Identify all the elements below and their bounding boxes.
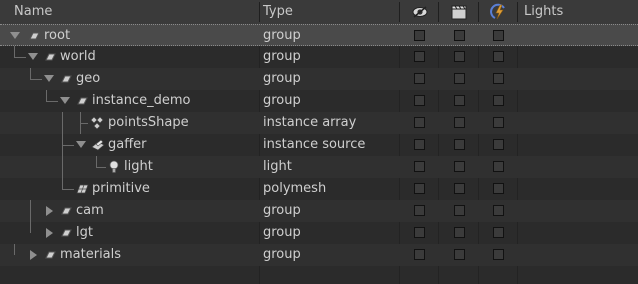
row-type: group xyxy=(263,71,301,86)
table-row[interactable]: cam group xyxy=(0,200,638,222)
visibility-checkbox[interactable] xyxy=(414,51,425,62)
row-name: geo xyxy=(76,71,101,86)
row-name: lgt xyxy=(76,225,93,240)
scenegraph-panel: Name Type Lights root group world group … xyxy=(0,0,638,284)
lights-checkbox[interactable] xyxy=(493,139,504,150)
row-type: instance source xyxy=(263,137,366,152)
row-name: instance_demo xyxy=(92,93,191,108)
column-lights-header[interactable]: Lights xyxy=(524,0,563,24)
row-name: world xyxy=(60,49,96,64)
row-name: gaffer xyxy=(108,137,147,152)
visibility-checkbox[interactable] xyxy=(414,249,425,260)
render-checkbox[interactable] xyxy=(454,73,465,84)
row-type: group xyxy=(263,225,301,240)
lights-checkbox[interactable] xyxy=(493,73,504,84)
lights-checkbox[interactable] xyxy=(493,30,504,41)
row-type: group xyxy=(263,28,301,43)
table-row[interactable]: gaffer instance source xyxy=(0,134,638,156)
expand-arrow-icon[interactable] xyxy=(76,141,86,148)
render-checkbox[interactable] xyxy=(454,51,465,62)
render-checkbox[interactable] xyxy=(454,161,465,172)
collapse-arrow-icon[interactable] xyxy=(46,228,53,238)
table-row[interactable]: instance_demo group xyxy=(0,90,638,112)
visibility-checkbox[interactable] xyxy=(414,117,425,128)
row-name: light xyxy=(124,159,153,174)
visibility-checkbox[interactable] xyxy=(414,139,425,150)
expand-arrow-icon[interactable] xyxy=(10,32,20,39)
table-row[interactable]: root group xyxy=(0,24,638,46)
expand-arrow-icon[interactable] xyxy=(44,75,54,82)
table-row[interactable]: pointsShape instance array xyxy=(0,112,638,134)
lights-checkbox[interactable] xyxy=(493,205,504,216)
lights-checkbox[interactable] xyxy=(493,183,504,194)
row-type: polymesh xyxy=(263,181,327,196)
render-checkbox[interactable] xyxy=(454,117,465,128)
group-icon xyxy=(75,94,89,108)
lights-checkbox[interactable] xyxy=(493,95,504,106)
lights-checkbox[interactable] xyxy=(493,117,504,128)
render-checkbox[interactable] xyxy=(454,183,465,194)
render-checkbox[interactable] xyxy=(454,227,465,238)
render-checkbox[interactable] xyxy=(454,30,465,41)
table-row[interactable]: geo group xyxy=(0,68,638,90)
expand-arrow-icon[interactable] xyxy=(60,97,70,104)
row-type: group xyxy=(263,247,301,262)
lightning-icon[interactable] xyxy=(490,3,508,21)
visibility-checkbox[interactable] xyxy=(414,227,425,238)
column-header: Name Type Lights xyxy=(0,0,638,25)
row-type: group xyxy=(263,93,301,108)
group-icon xyxy=(43,248,57,262)
group-icon xyxy=(59,226,73,240)
column-divider[interactable] xyxy=(517,2,518,22)
row-type: instance array xyxy=(263,115,357,130)
group-icon xyxy=(43,50,57,64)
row-type: light xyxy=(263,159,292,174)
visibility-checkbox[interactable] xyxy=(414,161,425,172)
table-row[interactable]: world group xyxy=(0,46,638,68)
group-icon xyxy=(59,204,73,218)
row-name: materials xyxy=(60,247,122,262)
row-name: primitive xyxy=(92,181,150,196)
row-name: root xyxy=(44,28,71,43)
eye-icon[interactable] xyxy=(411,3,429,21)
table-row[interactable]: materials group xyxy=(0,244,638,266)
row-type: group xyxy=(263,49,301,64)
light-bulb-icon xyxy=(107,160,121,174)
visibility-checkbox[interactable] xyxy=(414,73,425,84)
table-row[interactable]: light light xyxy=(0,156,638,178)
table-row[interactable]: primitive polymesh xyxy=(0,178,638,200)
column-divider[interactable] xyxy=(438,2,439,22)
lights-checkbox[interactable] xyxy=(493,227,504,238)
row-name: cam xyxy=(76,203,104,218)
expand-arrow-icon[interactable] xyxy=(28,53,38,60)
polymesh-icon xyxy=(75,182,89,196)
group-icon xyxy=(59,72,73,86)
lights-checkbox[interactable] xyxy=(493,51,504,62)
visibility-checkbox[interactable] xyxy=(414,30,425,41)
instance-array-icon xyxy=(90,116,104,130)
render-checkbox[interactable] xyxy=(454,249,465,260)
group-icon xyxy=(27,29,41,43)
column-name-header[interactable]: Name xyxy=(14,0,52,24)
clapperboard-icon[interactable] xyxy=(450,3,468,21)
column-divider[interactable] xyxy=(478,2,479,22)
visibility-checkbox[interactable] xyxy=(414,183,425,194)
collapse-arrow-icon[interactable] xyxy=(46,206,53,216)
visibility-checkbox[interactable] xyxy=(414,205,425,216)
column-divider[interactable] xyxy=(259,2,260,22)
instance-source-icon xyxy=(91,138,105,152)
table-row[interactable]: lgt group xyxy=(0,222,638,244)
lights-checkbox[interactable] xyxy=(493,161,504,172)
render-checkbox[interactable] xyxy=(454,139,465,150)
visibility-checkbox[interactable] xyxy=(414,95,425,106)
column-type-header[interactable]: Type xyxy=(263,0,293,24)
render-checkbox[interactable] xyxy=(454,205,465,216)
collapse-arrow-icon[interactable] xyxy=(30,250,37,260)
lights-checkbox[interactable] xyxy=(493,249,504,260)
row-name: pointsShape xyxy=(108,115,189,130)
column-divider[interactable] xyxy=(399,2,400,22)
render-checkbox[interactable] xyxy=(454,95,465,106)
row-type: group xyxy=(263,203,301,218)
